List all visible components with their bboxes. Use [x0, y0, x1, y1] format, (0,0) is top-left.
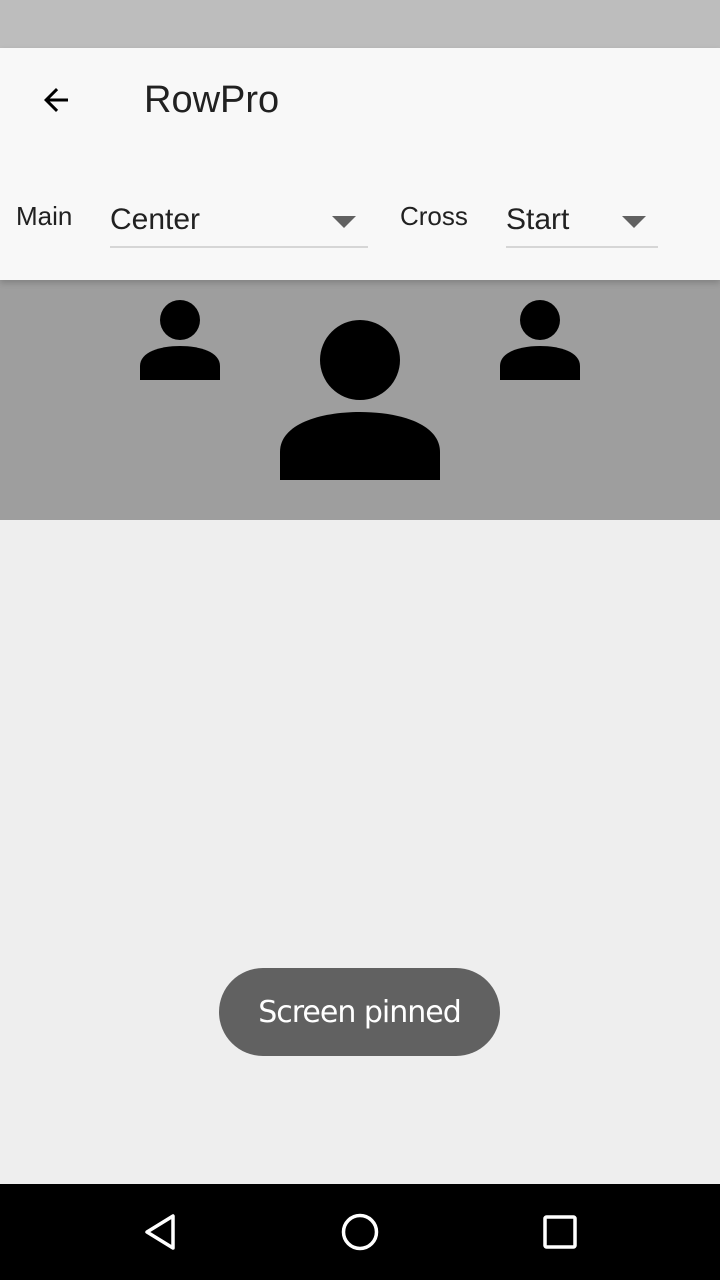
arrow-back-icon [44, 88, 68, 112]
nav-back-button[interactable] [136, 1208, 184, 1256]
nav-recents-icon [543, 1215, 577, 1249]
person-icon [140, 300, 220, 380]
nav-recents-button[interactable] [536, 1208, 584, 1256]
nav-home-icon [341, 1213, 379, 1251]
cross-axis-value: Start [506, 203, 570, 236]
main-axis-value: Center [110, 203, 201, 236]
toast: Screen pinned [219, 968, 500, 1056]
status-bar [0, 0, 720, 48]
app-bar: RowPro Main Center Cross Start [0, 48, 720, 280]
row-demo-area [0, 280, 720, 520]
back-button[interactable] [24, 76, 88, 124]
toast-text: Screen pinned [258, 994, 462, 1030]
cross-axis-label: Cross [400, 201, 468, 231]
dropdown-arrow-icon [332, 216, 356, 228]
navigation-bar [0, 1184, 720, 1280]
nav-home-button[interactable] [336, 1208, 384, 1256]
dropdown-arrow-icon [622, 216, 646, 228]
cross-axis-dropdown[interactable]: Start [506, 198, 658, 248]
main-axis-label: Main [16, 201, 73, 231]
main-axis-dropdown[interactable]: Center [110, 198, 368, 248]
person-icon [280, 320, 440, 480]
nav-back-icon [145, 1214, 175, 1250]
person-icon [500, 300, 580, 380]
page-title: RowPro [144, 79, 280, 121]
